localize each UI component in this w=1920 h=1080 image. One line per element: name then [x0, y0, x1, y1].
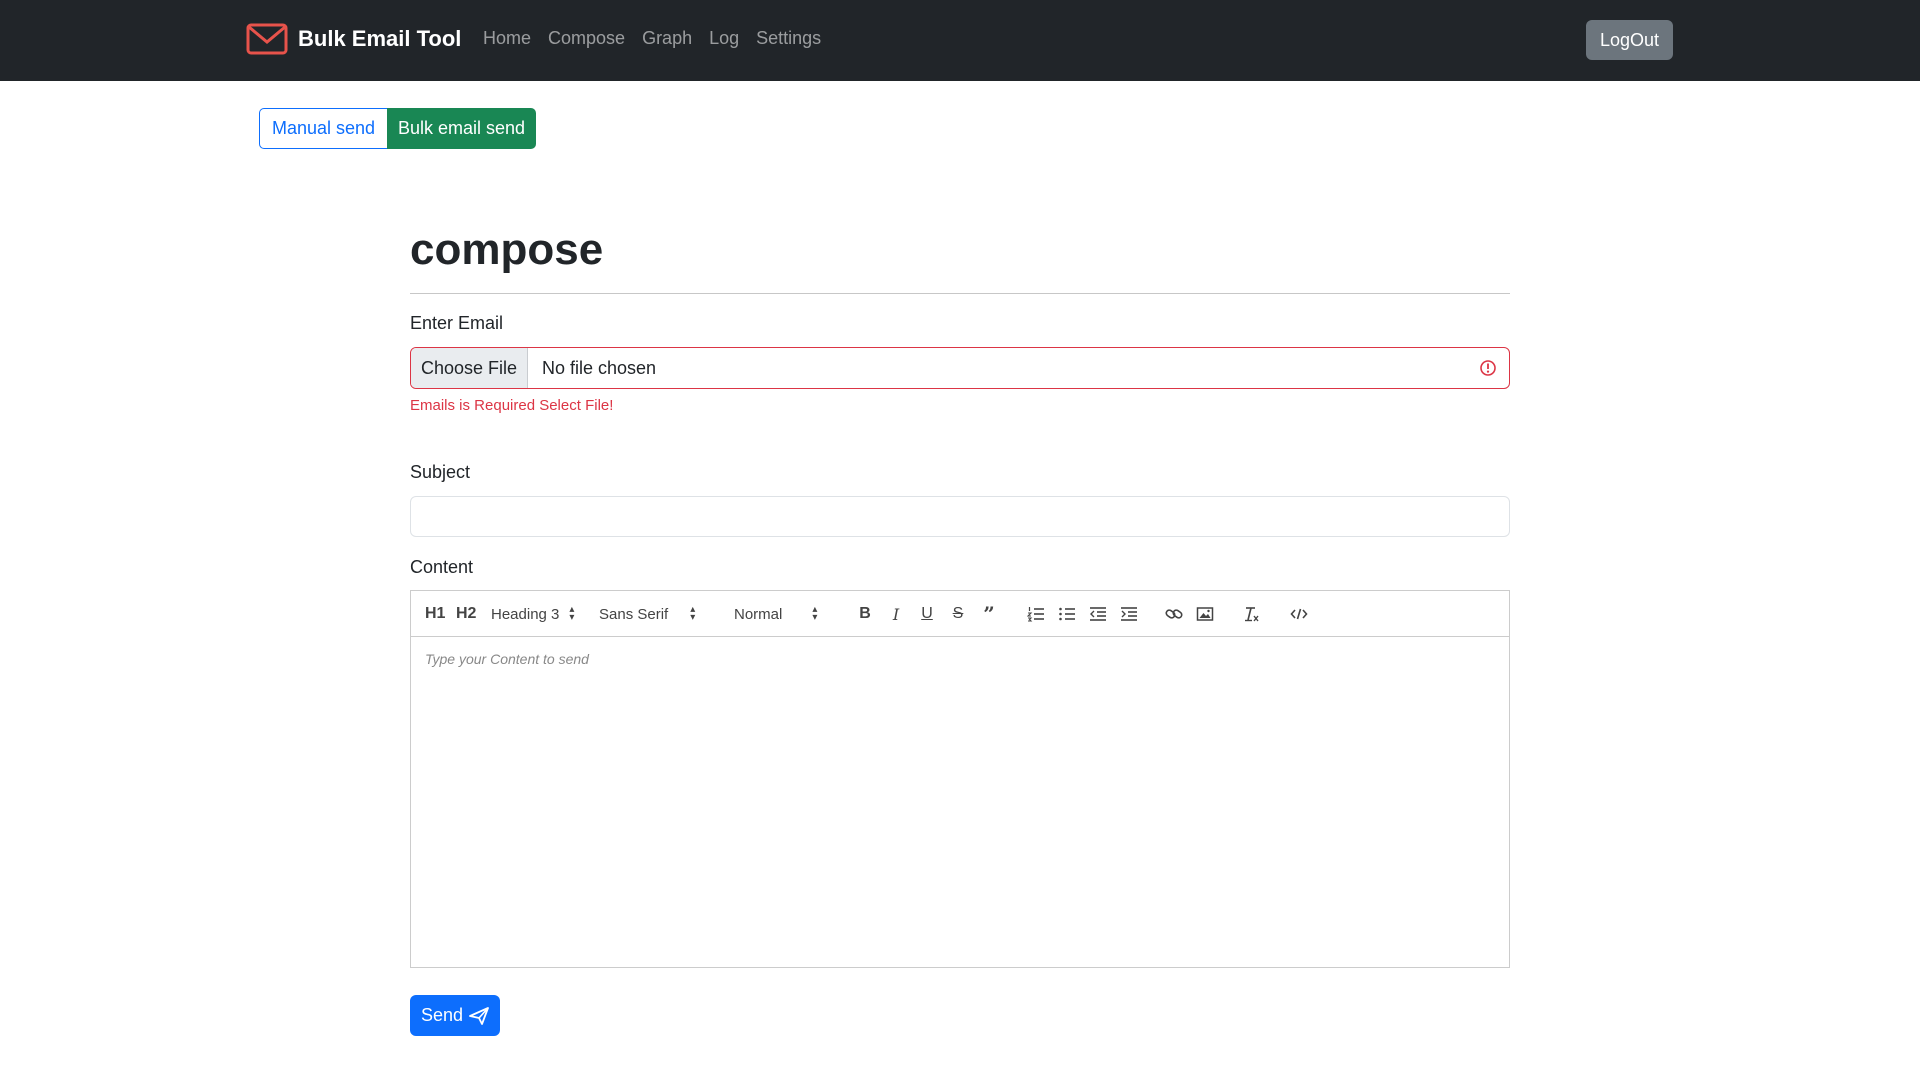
header-select[interactable]: Heading 3 ▴ ▾ [491, 603, 574, 625]
brand[interactable]: Bulk Email Tool [246, 20, 461, 58]
rich-text-editor: H1 H2 Heading 3 ▴ ▾ Sans Serif ▴ ▾ Normal … [410, 590, 1510, 968]
link-button[interactable] [1163, 603, 1185, 625]
subject-input[interactable] [410, 496, 1510, 537]
send-mode-toggle: Manual send Bulk email send [259, 108, 536, 149]
outdent-button[interactable] [1087, 603, 1109, 625]
nav-log[interactable]: Log [709, 28, 739, 49]
nav-home[interactable]: Home [483, 28, 531, 49]
invalid-icon [1480, 360, 1496, 376]
h1-button[interactable]: H1 [425, 603, 445, 625]
brand-name: Bulk Email Tool [298, 26, 462, 51]
header-select-value: Heading 3 [491, 605, 560, 623]
underline-icon: U [921, 605, 933, 622]
indent-icon [1121, 607, 1137, 621]
h1-label: H1 [425, 605, 446, 622]
bold-icon: B [859, 605, 871, 622]
link-icon [1165, 609, 1183, 619]
nav-graph[interactable]: Graph [642, 28, 692, 49]
top-navbar: Bulk Email Tool Home Compose Graph Log S… [0, 0, 1920, 81]
envelope-icon [246, 23, 288, 55]
send-icon [469, 1006, 489, 1025]
manual-send-button[interactable]: Manual send [259, 108, 387, 149]
blockquote-button[interactable]: ” [978, 602, 1000, 626]
italic-icon: I [892, 604, 900, 624]
email-error-message: Emails is Required Select File! [410, 397, 614, 414]
font-select-value: Sans Serif [599, 605, 669, 623]
bold-button[interactable]: B [854, 603, 876, 625]
ordered-list-icon [1027, 607, 1044, 622]
bullet-list-button[interactable] [1056, 603, 1078, 625]
file-status: No file chosen [542, 357, 657, 378]
select-arrows-icon: ▴ ▾ [569, 604, 575, 623]
select-arrows-icon: ▴ ▾ [690, 604, 696, 623]
email-label: Enter Email [410, 313, 504, 333]
code-block-icon [1290, 608, 1308, 620]
indent-button[interactable] [1118, 603, 1140, 625]
clean-icon [1245, 607, 1259, 622]
code-block-button[interactable] [1288, 603, 1310, 625]
h2-label: H2 [456, 605, 477, 622]
editor-content-area[interactable]: Type your Content to send [411, 637, 1509, 683]
h2-button[interactable]: H2 [456, 603, 476, 625]
font-select[interactable]: Sans Serif ▴ ▾ [599, 603, 695, 625]
nav-compose[interactable]: Compose [548, 28, 625, 49]
editor-toolbar: H1 H2 Heading 3 ▴ ▾ Sans Serif ▴ ▾ Normal … [411, 591, 1509, 637]
subject-label: Subject [410, 462, 471, 482]
compose-form: compose Enter Email Choose File No file … [410, 220, 1510, 1036]
italic-button[interactable]: I [885, 603, 907, 625]
page-title: compose [410, 225, 604, 274]
nav-links: Home Compose Graph Log Settings [483, 28, 838, 49]
send-label: Send [420, 1005, 464, 1025]
nav-settings[interactable]: Settings [756, 28, 821, 49]
ordered-list-button[interactable] [1025, 603, 1047, 625]
content-placeholder: Type your Content to send [425, 651, 589, 667]
outdent-icon [1090, 607, 1106, 621]
bullet-list-icon [1059, 607, 1075, 621]
choose-file-button[interactable]: Choose File [411, 348, 528, 388]
bulk-email-send-button[interactable]: Bulk email send [387, 108, 536, 149]
title-divider [410, 293, 1510, 294]
strike-button[interactable]: S [947, 603, 969, 625]
underline-button[interactable]: U [916, 603, 938, 625]
size-select-value: Normal [734, 605, 783, 623]
content-label: Content [410, 557, 474, 577]
image-icon [1196, 607, 1214, 621]
strike-icon: S [952, 605, 964, 622]
send-button[interactable]: Send [410, 995, 500, 1036]
select-arrows-icon: ▴ ▾ [812, 604, 818, 623]
email-file-input[interactable]: Choose File No file chosen [410, 347, 1510, 389]
image-button[interactable] [1194, 603, 1216, 625]
clean-format-button[interactable] [1241, 603, 1263, 625]
size-select[interactable]: Normal ▴ ▾ [734, 603, 817, 625]
logout-button[interactable]: LogOut [1586, 20, 1673, 60]
blockquote-icon: ” [983, 602, 995, 626]
